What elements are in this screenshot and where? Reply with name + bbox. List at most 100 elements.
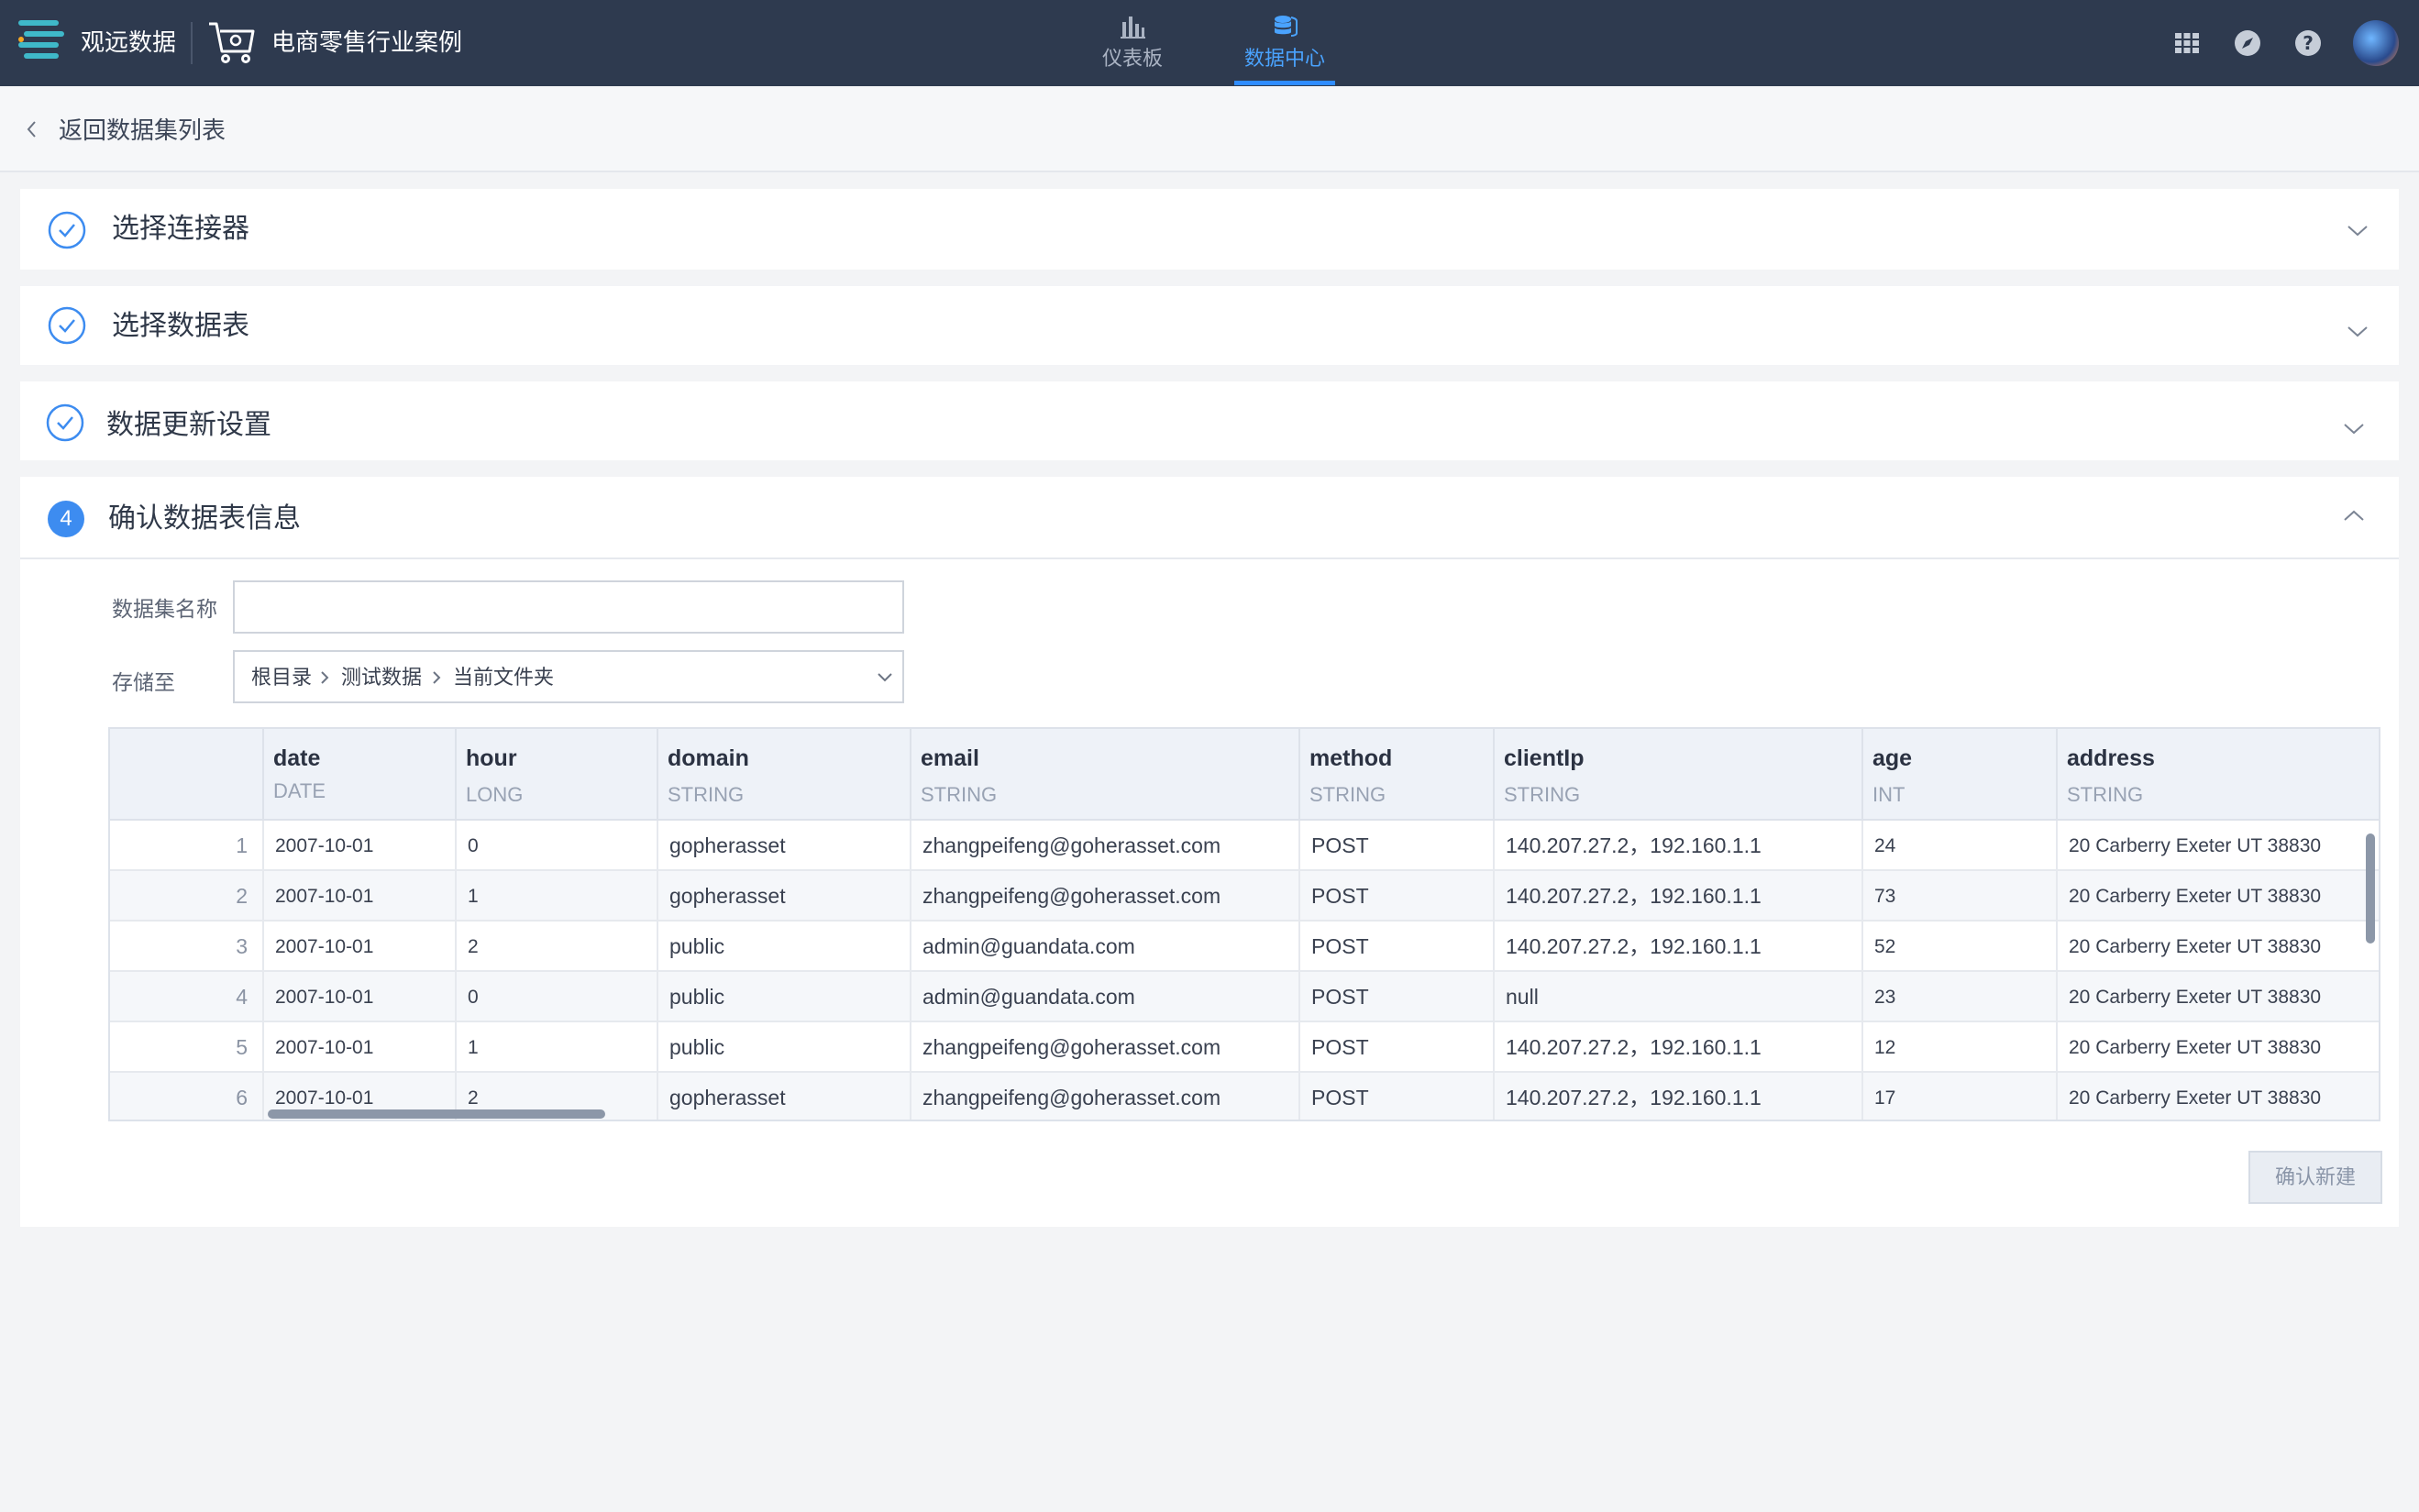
step-title: 数据更新设置 [106, 410, 271, 440]
store-location-select[interactable]: 根目录 测试数据 当前文件夹 [233, 650, 904, 703]
shopping-cart-icon [209, 22, 255, 63]
nav-dashboard[interactable]: 仪表板 [1095, 13, 1170, 86]
chevron-right-icon [321, 671, 329, 684]
back-bar: 返回数据集列表 [0, 86, 2419, 172]
column-header-date: date DATE [262, 729, 455, 821]
cell-method: POST [1298, 972, 1493, 1022]
guandata-logo-icon[interactable] [18, 18, 64, 66]
preview-table: date DATE hour LONG domain STRING email … [108, 727, 2380, 1121]
path-test-data: 测试数据 [341, 666, 423, 689]
cell-age: 12 [1861, 1022, 2056, 1073]
path-current-folder: 当前文件夹 [453, 666, 555, 689]
row-index: 4 [236, 985, 248, 1009]
cell-hour: 1 [455, 1022, 657, 1073]
cell-domain: public [657, 1022, 910, 1073]
row-index: 3 [236, 934, 248, 958]
active-nav-indicator [1234, 81, 1335, 85]
step-title: 确认数据表信息 [108, 503, 301, 534]
cell-domain: gopherasset [657, 821, 910, 871]
check-circle-icon [48, 306, 86, 345]
top-navigation-bar: 观远数据 电商零售行业案例 仪表板 数据中心 ? [0, 0, 2419, 86]
table-row: 1 2007-10-01 0 gopherasset zhangpeifeng@… [110, 821, 2379, 871]
cell-clientip: 140.207.27.2，192.160.1.1 [1493, 1073, 1861, 1120]
cell-method: POST [1298, 1022, 1493, 1073]
cell-hour: 2 [455, 922, 657, 972]
cell-email: admin@guandata.com [910, 972, 1298, 1022]
help-icon[interactable]: ? [2292, 28, 2324, 59]
cell-clientip: null [1493, 972, 1861, 1022]
step-title: 选择连接器 [112, 214, 249, 244]
row-index: 5 [236, 1035, 248, 1059]
nav-dashboard-label: 仪表板 [1101, 47, 1163, 70]
compass-icon[interactable] [2232, 28, 2263, 59]
back-to-dataset-list-link[interactable]: 返回数据集列表 [59, 114, 226, 147]
chevron-right-icon [433, 671, 441, 684]
column-header-email: email STRING [910, 729, 1298, 821]
check-circle-icon [48, 211, 86, 249]
cell-address: 20 Carberry Exeter UT 38830 [2056, 922, 2379, 972]
confirm-create-button[interactable]: 确认新建 [2248, 1151, 2382, 1204]
column-header-clientip: clientIp STRING [1493, 729, 1861, 821]
header-divider [191, 22, 193, 64]
project-name[interactable]: 电商零售行业案例 [271, 26, 462, 59]
avatar[interactable] [2353, 20, 2399, 66]
cell-address: 20 Carberry Exeter UT 38830 [2056, 972, 2379, 1022]
chevron-down-icon[interactable] [2342, 422, 2366, 436]
cell-clientip: 140.207.27.2，192.160.1.1 [1493, 922, 1861, 972]
apps-grid-icon[interactable] [2171, 28, 2203, 59]
row-index: 6 [236, 1086, 248, 1109]
table-row: 3 2007-10-01 2 public admin@guandata.com… [110, 922, 2379, 972]
store-location-label: 存储至 [112, 670, 175, 694]
cell-method: POST [1298, 922, 1493, 972]
cell-date: 2007-10-01 [262, 821, 455, 871]
cell-hour: 1 [455, 871, 657, 922]
cell-age: 23 [1861, 972, 2056, 1022]
cell-clientip: 140.207.27.2，192.160.1.1 [1493, 1022, 1861, 1073]
cell-address: 20 Carberry Exeter UT 38830 [2056, 1022, 2379, 1073]
cell-clientip: 140.207.27.2，192.160.1.1 [1493, 871, 1861, 922]
dataset-name-input[interactable] [233, 580, 904, 634]
table-row: 4 2007-10-01 0 public admin@guandata.com… [110, 972, 2379, 1022]
bar-chart-icon [1121, 17, 1145, 39]
cell-method: POST [1298, 821, 1493, 871]
path-root: 根目录 [251, 666, 313, 689]
chevron-down-icon[interactable] [2346, 325, 2369, 339]
dataset-name-label: 数据集名称 [112, 597, 217, 621]
cell-domain: gopherasset [657, 871, 910, 922]
chevron-down-icon [878, 673, 892, 682]
chevron-up-icon[interactable] [2342, 508, 2366, 523]
brand-name[interactable]: 观远数据 [81, 26, 176, 59]
step-title: 选择数据表 [112, 311, 249, 341]
column-header-domain: domain STRING [657, 729, 910, 821]
cell-email: zhangpeifeng@goherasset.com [910, 871, 1298, 922]
cell-email: zhangpeifeng@goherasset.com [910, 1073, 1298, 1120]
cell-domain: gopherasset [657, 1073, 910, 1120]
nav-data-center[interactable]: 数据中心 [1234, 13, 1335, 86]
step-number-badge: 4 [48, 501, 84, 537]
cell-age: 52 [1861, 922, 2056, 972]
cell-address: 20 Carberry Exeter UT 38830 [2056, 871, 2379, 922]
cell-age: 24 [1861, 821, 2056, 871]
chevron-left-icon[interactable] [24, 119, 40, 139]
svg-text:?: ? [2303, 32, 2314, 54]
chevron-down-icon[interactable] [2346, 224, 2369, 238]
step-update-settings[interactable]: 数据更新设置 [20, 381, 2399, 460]
cell-address: 20 Carberry Exeter UT 38830 [2056, 1073, 2379, 1120]
check-circle-icon [46, 403, 84, 442]
table-row: 2 2007-10-01 1 gopherasset zhangpeifeng@… [110, 871, 2379, 922]
cell-age: 73 [1861, 871, 2056, 922]
database-icon [1275, 16, 1298, 37]
vertical-scrollbar[interactable] [2366, 833, 2375, 944]
cell-date: 2007-10-01 [262, 922, 455, 972]
column-header-method: method STRING [1298, 729, 1493, 821]
cell-date: 2007-10-01 [262, 972, 455, 1022]
horizontal-scrollbar[interactable] [268, 1109, 605, 1119]
cell-date: 2007-10-01 [262, 871, 455, 922]
cell-email: zhangpeifeng@goherasset.com [910, 821, 1298, 871]
row-index: 2 [236, 884, 248, 908]
cell-method: POST [1298, 871, 1493, 922]
step-select-table[interactable]: 选择数据表 [20, 286, 2399, 365]
step-header[interactable]: 4 确认数据表信息 [20, 477, 2399, 559]
step-select-connector[interactable]: 选择连接器 [20, 189, 2399, 270]
cell-domain: public [657, 922, 910, 972]
